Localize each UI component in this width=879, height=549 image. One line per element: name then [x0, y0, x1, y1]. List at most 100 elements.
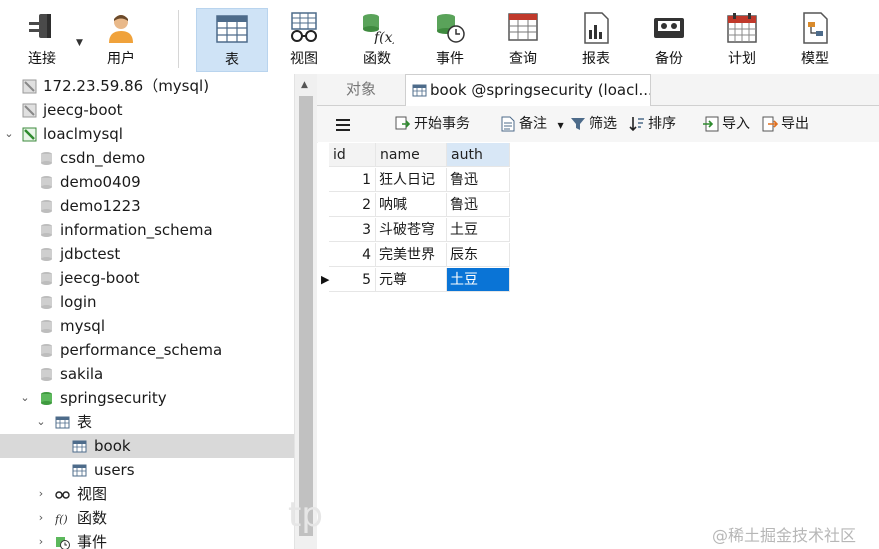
- connection-icon: [22, 103, 37, 118]
- cell-id[interactable]: 3: [329, 218, 376, 242]
- model-label: 模型: [801, 51, 829, 67]
- database-icon: [41, 248, 52, 261]
- event-button[interactable]: 事件: [414, 8, 486, 72]
- tree-db-demo1223[interactable]: demo1223: [0, 194, 294, 218]
- cell-id[interactable]: 5: [329, 268, 376, 292]
- table-toolbar: 开始事务 备注 ▼ 筛选 排序 导入 导出: [317, 106, 879, 142]
- import-button[interactable]: 导入: [703, 106, 750, 142]
- tree-db-login[interactable]: login: [0, 290, 294, 314]
- tree-db-performance_schema[interactable]: performance_schema: [0, 338, 294, 362]
- connection-icon: [22, 79, 37, 94]
- tree-table-users[interactable]: users: [0, 458, 294, 482]
- function-label: 函数: [363, 51, 391, 67]
- toolbar-divider: [178, 10, 179, 68]
- scroll-up-arrow-icon[interactable]: ▲: [301, 80, 308, 90]
- cell-id[interactable]: 4: [329, 243, 376, 267]
- database-icon: [41, 272, 52, 285]
- schedule-calendar-icon: [727, 13, 757, 43]
- table-button[interactable]: 表: [196, 8, 268, 72]
- table-icon: [412, 84, 427, 97]
- cell-auth-selected[interactable]: 土豆: [447, 268, 510, 292]
- notes-dropdown-caret-icon[interactable]: ▼: [557, 121, 563, 130]
- watermark-fragment: tp: [288, 495, 323, 535]
- connect-button[interactable]: 连接: [6, 8, 78, 72]
- export-icon: [762, 116, 778, 132]
- tree-table-book[interactable]: book: [0, 434, 294, 458]
- connect-label: 连接: [28, 51, 56, 67]
- tree-connection-local[interactable]: ⌄ loaclmysql: [0, 122, 294, 146]
- database-icon: [41, 368, 52, 381]
- expanded-chevron-icon[interactable]: ⌄: [3, 122, 15, 146]
- tree-group-tables[interactable]: ⌄ 表: [0, 410, 294, 434]
- collapsed-chevron-icon[interactable]: ›: [35, 530, 47, 549]
- cell-name[interactable]: 斗破苍穹: [376, 218, 447, 242]
- table-icon: [72, 464, 87, 477]
- cell-name[interactable]: 狂人日记: [376, 168, 447, 192]
- column-header-auth[interactable]: auth: [447, 143, 510, 167]
- view-button[interactable]: 视图: [268, 8, 340, 72]
- query-button[interactable]: 查询: [487, 8, 559, 72]
- tree-db-sakila[interactable]: sakila: [0, 362, 294, 386]
- filter-button[interactable]: 筛选: [570, 106, 617, 142]
- tree-connection-remote[interactable]: 172.23.59.86（mysql): [0, 74, 294, 98]
- cell-id[interactable]: 1: [329, 168, 376, 192]
- cell-auth[interactable]: 辰东: [447, 243, 510, 267]
- column-header-name[interactable]: name: [376, 143, 447, 167]
- expanded-chevron-icon[interactable]: ⌄: [19, 386, 31, 410]
- tree-group-views[interactable]: › 视图: [0, 482, 294, 506]
- report-icon: [584, 12, 609, 44]
- main-toolbar: 连接 ▼ 用户 表 视图 f(x 函数 事件 查询 报表 备份 计划 模型: [0, 0, 879, 74]
- model-icon: [803, 12, 828, 44]
- database-icon: [41, 200, 52, 213]
- tab-book-label: book @springsecurity (loacl...: [430, 81, 651, 99]
- user-label: 用户: [107, 51, 135, 67]
- cell-name[interactable]: 呐喊: [376, 193, 447, 217]
- watermark: @稀土掘金技术社区: [712, 526, 857, 545]
- tab-objects[interactable]: 对象: [317, 74, 405, 105]
- tree-db-csdn_demo[interactable]: csdn_demo: [0, 146, 294, 170]
- schedule-label: 计划: [728, 51, 756, 67]
- tree-db-mysql[interactable]: mysql: [0, 314, 294, 338]
- user-button[interactable]: 用户: [85, 8, 157, 72]
- cell-auth[interactable]: 鲁迅: [447, 168, 510, 192]
- tree-db-information_schema[interactable]: information_schema: [0, 218, 294, 242]
- backup-button[interactable]: 备份: [633, 8, 705, 72]
- export-button[interactable]: 导出: [762, 106, 809, 142]
- view-label: 视图: [290, 51, 318, 67]
- tree-connection-jeecg[interactable]: jeecg-boot: [0, 98, 294, 122]
- plug-icon: [29, 14, 51, 38]
- scrollbar-thumb[interactable]: [299, 96, 313, 536]
- cell-auth[interactable]: 鲁迅: [447, 193, 510, 217]
- function-button[interactable]: f(x) 函数: [341, 8, 413, 72]
- database-icon: [41, 176, 52, 189]
- sort-button[interactable]: 排序: [629, 106, 676, 142]
- begin-transaction-button[interactable]: 开始事务: [395, 106, 470, 142]
- connect-dropdown-caret-icon[interactable]: ▼: [76, 38, 83, 48]
- cell-name[interactable]: 元尊: [376, 268, 447, 292]
- cell-id[interactable]: 2: [329, 193, 376, 217]
- tree-db-springsecurity[interactable]: ⌄ springsecurity: [0, 386, 294, 410]
- tree-db-demo0409[interactable]: demo0409: [0, 170, 294, 194]
- database-icon: [41, 296, 52, 309]
- tree-group-functions[interactable]: › f() 函数: [0, 506, 294, 530]
- database-icon: [41, 152, 52, 165]
- model-button[interactable]: 模型: [779, 8, 851, 72]
- collapsed-chevron-icon[interactable]: ›: [35, 506, 47, 530]
- function-icon: f(x): [363, 14, 394, 44]
- cell-name[interactable]: 完美世界: [376, 243, 447, 267]
- sidebar-scrollbar[interactable]: ▲: [294, 74, 318, 549]
- tree-db-jdbctest[interactable]: jdbctest: [0, 242, 294, 266]
- column-header-id[interactable]: id: [329, 143, 376, 167]
- svg-text:f(x): f(x): [373, 30, 394, 44]
- cell-auth[interactable]: 土豆: [447, 218, 510, 242]
- report-button[interactable]: 报表: [560, 8, 632, 72]
- view-glasses-icon: [291, 12, 317, 42]
- database-icon: [41, 344, 52, 357]
- tree-db-jeecg-boot[interactable]: jeecg-boot: [0, 266, 294, 290]
- tab-book-table[interactable]: book @springsecurity (loacl...: [405, 74, 651, 106]
- schedule-button[interactable]: 计划: [706, 8, 778, 72]
- collapsed-chevron-icon[interactable]: ›: [35, 482, 47, 506]
- tree-group-events[interactable]: › 事件: [0, 530, 294, 549]
- notes-button[interactable]: 备注 ▼: [500, 106, 564, 142]
- expanded-chevron-icon[interactable]: ⌄: [35, 410, 47, 434]
